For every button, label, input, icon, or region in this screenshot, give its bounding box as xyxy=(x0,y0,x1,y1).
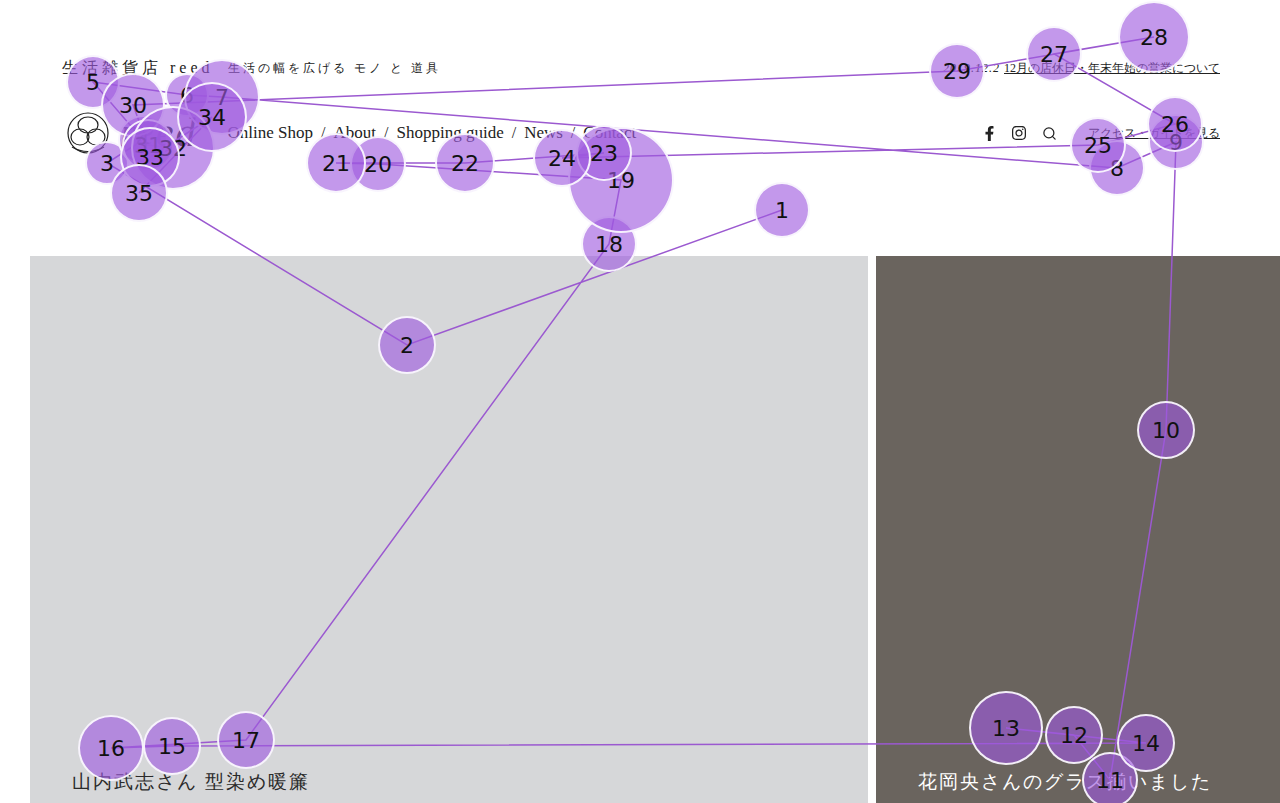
fixation-marker: 29 xyxy=(929,43,985,99)
fixation-marker: 16 xyxy=(78,715,144,781)
fixation-marker: 2 xyxy=(378,316,436,374)
fixation-marker: 14 xyxy=(1117,714,1175,772)
fixation-marker: 12 xyxy=(1045,706,1103,764)
fixation-marker: 21 xyxy=(306,133,366,193)
fixation-marker: 10 xyxy=(1137,401,1195,459)
fixation-marker: 1 xyxy=(754,182,810,238)
fixation-marker: 35 xyxy=(110,164,168,222)
fixation-marker: 27 xyxy=(1026,26,1082,82)
instagram-icon[interactable] xyxy=(1010,124,1028,142)
facebook-icon[interactable] xyxy=(980,124,998,142)
nav-separator: / xyxy=(512,124,516,142)
fixation-marker: 17 xyxy=(217,711,275,769)
fixation-marker: 26 xyxy=(1147,96,1203,152)
fixation-marker: 13 xyxy=(969,691,1043,765)
tagline: 生活の幅を広げる モノ と 道具 xyxy=(228,60,441,77)
fixation-marker: 34 xyxy=(177,82,247,152)
fixation-marker: 24 xyxy=(533,129,591,187)
fixation-marker: 28 xyxy=(1118,1,1190,73)
fixation-marker: 25 xyxy=(1070,117,1126,173)
page: 生活雑貨店 reed生活の幅を広げる モノ と 道具2019.12.212月の店… xyxy=(0,0,1280,803)
fixation-marker: 15 xyxy=(143,717,201,775)
search-icon[interactable] xyxy=(1040,124,1058,142)
fixation-marker: 22 xyxy=(435,133,495,193)
feature-caption: 花岡央さんのグラス揃いました xyxy=(918,769,1212,795)
